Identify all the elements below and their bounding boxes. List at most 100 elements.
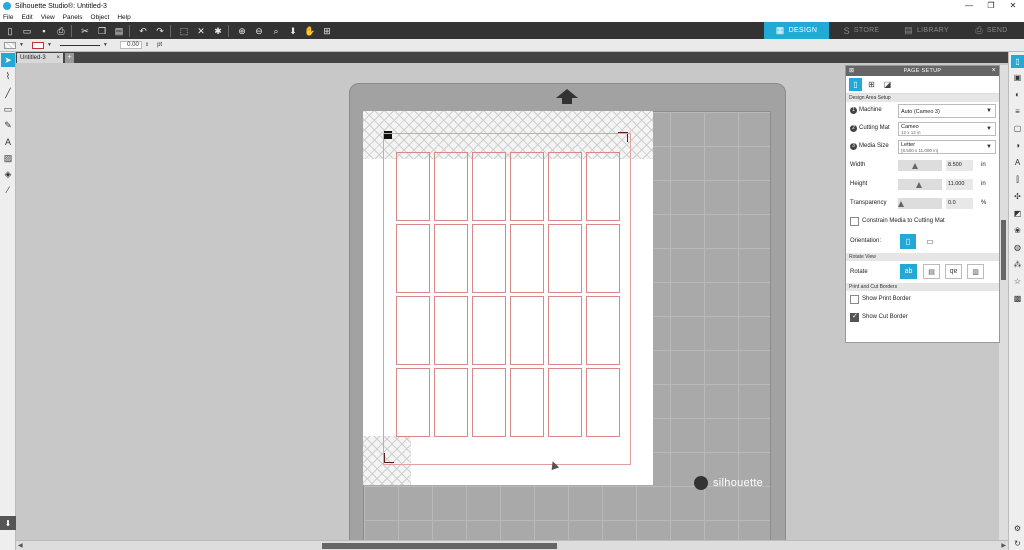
menu-help[interactable]: Help <box>117 14 130 21</box>
line-style-panel-icon[interactable]: ▢ <box>1011 122 1024 135</box>
media-size-select[interactable]: Letter (8.500 x 11.000 in) ▼ <box>898 140 996 154</box>
landscape-orientation-icon[interactable]: ▭ <box>922 234 938 249</box>
tab-design[interactable]: ▦ DESIGN <box>764 22 829 39</box>
transparency-panel-icon[interactable]: ◑ <box>1011 139 1024 152</box>
text-tool-icon[interactable]: A <box>1 135 15 149</box>
select-tool-icon[interactable]: ➤ <box>1 53 15 67</box>
close-button[interactable]: ✕ <box>1002 0 1024 12</box>
label-cell[interactable] <box>396 296 430 365</box>
label-cell[interactable] <box>396 368 430 437</box>
label-cell[interactable] <box>434 152 468 221</box>
pan-hand-icon[interactable]: ✋ <box>303 25 317 37</box>
label-cell[interactable] <box>510 152 544 221</box>
label-cell[interactable] <box>472 224 506 293</box>
vertical-scrollbar-thumb[interactable] <box>1001 220 1006 280</box>
tab-grid-icon[interactable]: ⊞ <box>865 78 878 91</box>
rotate-0-icon[interactable]: ab <box>900 264 917 279</box>
pencil-tool-icon[interactable]: ✎ <box>1 118 15 132</box>
stepper-icon[interactable]: ⇕ <box>145 42 149 48</box>
label-cell[interactable] <box>586 368 620 437</box>
width-input[interactable]: 8.500 <box>946 160 973 171</box>
import-panel-icon[interactable]: ⬇ <box>0 516 16 530</box>
label-cell[interactable] <box>434 296 468 365</box>
align-panel-icon[interactable]: ⫿ <box>1011 173 1024 186</box>
vertical-scrollbar[interactable] <box>999 65 1008 540</box>
menu-edit[interactable]: Edit <box>21 14 32 21</box>
cut-icon[interactable]: ✂ <box>78 25 92 37</box>
point-edit-tool-icon[interactable]: ⌇ <box>1 69 15 83</box>
sync-icon[interactable]: ↻ <box>1011 537 1024 550</box>
panel-close-icon[interactable]: × <box>992 66 996 76</box>
page-setup-panel-icon[interactable]: ▯ <box>1011 55 1024 68</box>
machine-select[interactable]: Auto (Cameo 3) ▼ <box>898 104 996 118</box>
slider-knob[interactable] <box>912 163 918 169</box>
tab-page-icon[interactable]: ▯ <box>849 78 862 91</box>
show-print-border-checkbox[interactable] <box>850 295 859 304</box>
label-cell[interactable] <box>510 224 544 293</box>
label-cell[interactable] <box>548 368 582 437</box>
label-cell[interactable] <box>396 224 430 293</box>
transparency-slider[interactable] <box>898 198 942 209</box>
label-cell[interactable] <box>396 152 430 221</box>
height-slider[interactable] <box>898 179 942 190</box>
line-tool-icon[interactable]: ╱ <box>1 86 15 100</box>
label-cell[interactable] <box>548 296 582 365</box>
menu-panels[interactable]: Panels <box>63 14 83 21</box>
label-cell[interactable] <box>510 368 544 437</box>
scroll-left-icon[interactable]: ◀ <box>18 542 23 549</box>
label-cell[interactable] <box>472 296 506 365</box>
new-document-icon[interactable]: ▯ <box>3 25 17 37</box>
pixscan-icon[interactable]: ▣ <box>1011 71 1024 84</box>
add-tab-button[interactable]: + <box>65 53 74 63</box>
redo-icon[interactable]: ↷ <box>153 25 167 37</box>
doc-tab-close-icon[interactable]: × <box>56 53 60 63</box>
select-all-icon[interactable]: ⬚ <box>177 25 191 37</box>
trace-panel-icon[interactable]: ◍ <box>1011 241 1024 254</box>
label-cell[interactable] <box>472 368 506 437</box>
label-cell[interactable] <box>548 152 582 221</box>
rotate-90-icon[interactable]: ▤ <box>923 264 940 279</box>
zoom-in-icon[interactable]: ⊕ <box>235 25 249 37</box>
transparency-input[interactable]: 0.0 <box>946 198 973 209</box>
label-cell[interactable] <box>548 224 582 293</box>
deselect-icon[interactable]: ✕ <box>194 25 208 37</box>
tab-send[interactable]: ⎙ SEND <box>959 22 1024 39</box>
menu-object[interactable]: Object <box>91 14 110 21</box>
open-folder-icon[interactable]: ▭ <box>20 25 34 37</box>
scroll-right-icon[interactable]: ▶ <box>1001 542 1006 549</box>
copy-icon[interactable]: ❐ <box>95 25 109 37</box>
line-style-preview[interactable] <box>59 44 100 46</box>
eraser-tool-icon[interactable]: ◈ <box>1 167 15 181</box>
tab-library[interactable]: ▤ LIBRARY <box>894 22 959 39</box>
paste-icon[interactable]: ▤ <box>112 25 126 37</box>
label-cell[interactable] <box>472 152 506 221</box>
portrait-orientation-icon[interactable]: ▯ <box>900 234 916 249</box>
doc-tab-untitled[interactable]: Untitled-3 × <box>17 53 63 63</box>
label-cell[interactable] <box>586 152 620 221</box>
height-input[interactable]: 11.000 <box>946 179 973 190</box>
label-cell[interactable] <box>510 296 544 365</box>
dropdown-arrow-icon[interactable]: ▼ <box>19 42 24 48</box>
rotate-180-icon[interactable]: qɐ <box>945 264 962 279</box>
modify-panel-icon[interactable]: ◩ <box>1011 207 1024 220</box>
rectangle-tool-icon[interactable]: ▭ <box>1 102 15 116</box>
replicate-panel-icon[interactable]: ✣ <box>1011 190 1024 203</box>
panel-collapse-icon[interactable]: ⊠ <box>849 66 854 76</box>
print-icon[interactable]: ⎙ <box>54 25 68 37</box>
zoom-select-icon[interactable]: ⌕ <box>269 25 283 37</box>
fill-color-swatch[interactable] <box>4 41 16 49</box>
constrain-checkbox[interactable] <box>850 217 859 226</box>
offset-panel-icon[interactable]: ❀ <box>1011 224 1024 237</box>
rotate-270-icon[interactable]: ▥ <box>967 264 984 279</box>
width-slider[interactable] <box>898 160 942 171</box>
eyedropper-tool-icon[interactable]: ⁄ <box>1 183 15 197</box>
label-cell[interactable] <box>434 224 468 293</box>
menu-view[interactable]: View <box>41 14 55 21</box>
edit-points-icon[interactable]: ✱ <box>211 25 225 37</box>
tab-store[interactable]: S STORE <box>829 22 894 39</box>
save-icon[interactable]: ▪ <box>37 25 51 37</box>
minimize-button[interactable]: — <box>958 0 980 12</box>
text-panel-icon[interactable]: A <box>1011 156 1024 169</box>
move-down-icon[interactable]: ⬇ <box>286 25 300 37</box>
sketch-panel-icon[interactable]: ⁂ <box>1011 258 1024 271</box>
